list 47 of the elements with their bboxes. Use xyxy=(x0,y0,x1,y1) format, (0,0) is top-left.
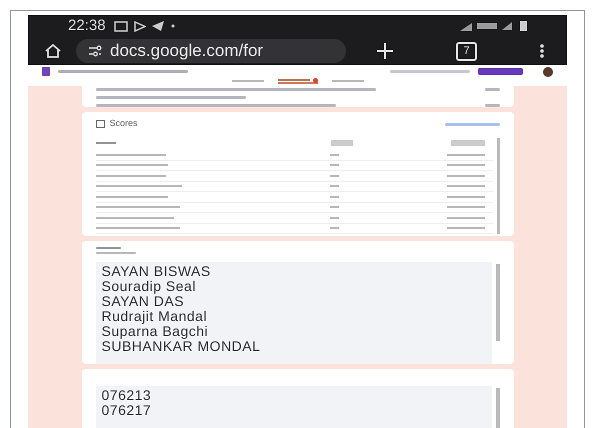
status-blurred xyxy=(446,196,484,198)
site-settings-icon[interactable] xyxy=(88,45,102,57)
score-blurred xyxy=(484,88,500,91)
answer-text: Rudrajit Mandal xyxy=(102,309,208,324)
forms-logo-icon xyxy=(42,67,50,76)
email-blurred xyxy=(96,164,168,166)
status-blurred xyxy=(446,227,484,230)
account-avatar[interactable] xyxy=(543,66,553,76)
email-blurred xyxy=(96,174,166,177)
scores-title: Scores xyxy=(110,117,138,130)
scores-icon xyxy=(96,120,104,128)
network-type-icon xyxy=(477,23,497,29)
url-text: docs.google.com/for xyxy=(110,40,264,62)
email-blurred xyxy=(96,154,166,156)
play-icon xyxy=(134,20,146,32)
status-blurred xyxy=(446,154,484,156)
new-tab-icon[interactable] xyxy=(376,42,394,60)
signal-icon xyxy=(460,22,472,30)
scrollbar xyxy=(496,388,500,428)
status-blurred xyxy=(446,216,484,219)
home-icon[interactable] xyxy=(44,43,62,59)
status-time: 22:38 xyxy=(68,16,106,36)
answer-text: SAYAN BISWAS xyxy=(102,264,211,279)
score-blurred xyxy=(484,104,500,107)
send-icon xyxy=(152,21,165,31)
signal-icon xyxy=(502,22,512,30)
answer-text: SAYAN DAS xyxy=(102,294,184,309)
status-blurred xyxy=(446,174,484,177)
menu-icon[interactable] xyxy=(539,43,545,59)
question-title-blurred xyxy=(96,247,120,250)
form-tab[interactable] xyxy=(278,78,318,84)
answer-text: Souradip Seal xyxy=(102,279,196,294)
column-header-blurred xyxy=(450,140,484,146)
email-blurred xyxy=(96,196,168,198)
image-icon xyxy=(114,20,128,32)
answer-text: 076217 xyxy=(102,403,152,418)
answer-text: 076213 xyxy=(102,388,152,403)
tab-count[interactable]: 7 xyxy=(456,42,477,60)
url-field[interactable]: docs.google.com/for xyxy=(76,39,346,63)
answer-text: Suparna Bagchi xyxy=(102,324,208,339)
status-blurred xyxy=(446,185,484,188)
battery-icon xyxy=(520,21,527,31)
status-blurred xyxy=(446,206,484,208)
dot-icon xyxy=(170,24,175,28)
status-blurred xyxy=(446,164,484,166)
answer-text: SUBHANKAR MONDAL xyxy=(102,339,260,354)
column-header-blurred xyxy=(330,140,352,146)
